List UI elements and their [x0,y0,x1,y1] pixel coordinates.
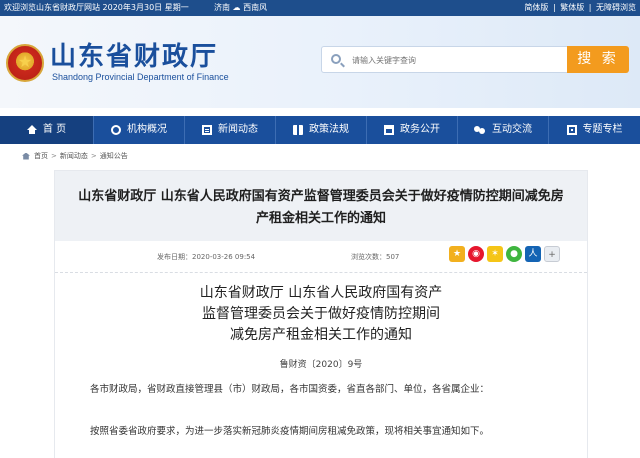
weibo-icon[interactable]: ◉ [468,246,484,262]
publish-date-value: 2020-03-26 09:54 [192,253,256,261]
nav-item-label: 政务公开 [400,124,440,135]
renren-icon[interactable]: 人 [525,246,541,262]
nav-item-policy[interactable]: 政策法规 [276,116,367,144]
separator: | [552,3,556,12]
wechat-icon[interactable]: ● [506,246,522,262]
search-input[interactable] [352,52,552,68]
nav-item-gov-affairs[interactable]: 政务公开 [367,116,458,144]
article-title-band: 山东省财政厅 山东省人民政府国有资产监督管理委员会关于做好疫情防控期间减免房产租… [55,171,587,241]
search-button[interactable]: 搜 索 [567,46,629,73]
breadcrumb-news[interactable]: 新闻动态 [60,151,88,161]
star-icon[interactable]: ★ [449,246,465,262]
traditional-link[interactable]: 繁体版 [560,3,584,12]
article: 山东省财政厅 山东省人民政府国有资产监督管理委员会关于做好疫情防控期间减免房产租… [54,170,588,458]
nav-item-interaction[interactable]: 互动交流 [458,116,549,144]
nav-item-label: 机构概况 [127,124,167,135]
version-links: 简体版 | 繁体版 | 无障碍浏览 [522,0,636,16]
simplified-link[interactable]: 简体版 [524,3,548,12]
content-area: 首页 > 新闻动态 > 通知公告 山东省财政厅 山东省人民政府国有资产监督管理委… [0,144,640,458]
body-paragraph: 各市财政局，省财政直接管理县（市）财政局，各市国资委，省直各部门、单位，各省属企… [90,384,490,395]
welcome-text: 欢迎浏览山东省财政厅网站 2020年3月30日 星期一 [4,3,189,12]
nav-item-organization[interactable]: 机构概况 [94,116,185,144]
home-icon [22,152,30,160]
document-title-line: 减免房产租金相关工作的通知 [230,327,412,343]
weather-info: 济南 ☁ 西南风 [214,0,267,16]
breadcrumb-separator: > [90,152,97,160]
qzone-icon[interactable]: ✶ [487,246,503,262]
nav-item-label: 政策法规 [309,124,349,135]
breadcrumb: 首页 > 新闻动态 > 通知公告 [22,151,128,161]
top-bar: 欢迎浏览山东省财政厅网站 2020年3月30日 星期一 济南 ☁ 西南风 简体版… [0,0,640,16]
nav-item-topics[interactable]: 专题专栏 [549,116,640,144]
document-title-line: 监督管理委员会关于做好疫情防控期间 [202,306,440,322]
breadcrumb-notices[interactable]: 通知公告 [100,151,128,161]
views-label: 浏览次数： [351,253,386,261]
document-number: 鲁财资〔2020〕9号 [279,360,363,370]
views-value: 507 [386,253,400,261]
document-title-line: 山东省财政厅 山东省人民政府国有资产 [199,285,443,301]
breadcrumb-home[interactable]: 首页 [34,151,48,161]
more-share-icon[interactable]: + [544,246,560,262]
publish-label: 发布日期： [157,253,192,261]
weather-wind: 西南风 [243,3,268,12]
site-subtitle: Shandong Provincial Department of Financ… [52,72,229,82]
weather-city: 济南 [214,3,230,12]
body-paragraph: 按照省委省政府要求，为进一步落实新冠肺炎疫情期间房租减免政策，现将相关事宜通知如… [90,426,490,437]
topic-icon [566,125,577,135]
nav-item-label: 专题专栏 [582,124,623,135]
breadcrumb-separator: > [51,152,57,160]
document-title: 山东省财政厅 山东省人民政府国有资产 监督管理委员会关于做好疫情防控期间 减免房… [55,283,587,346]
view-count: 浏览次数：507 [351,252,399,262]
news-icon [202,125,212,135]
nav-item-news[interactable]: 新闻动态 [185,116,276,144]
publish-date: 发布日期：2020-03-26 09:54 [157,252,255,262]
chat-icon [474,125,486,135]
organization-icon [111,125,121,135]
site-header: 山东省财政厅 Shandong Provincial Department of… [0,16,640,108]
share-bar: ★ ◉ ✶ ● 人 + [449,246,563,262]
nav-item-label: 新闻动态 [218,124,258,135]
nav-item-home[interactable]: 首 页 [0,116,94,144]
article-meta: 发布日期：2020-03-26 09:54 浏览次数：507 ★ ◉ ✶ ● 人… [55,241,587,273]
search-box [321,46,567,73]
accessibility-link[interactable]: 无障碍浏览 [596,3,636,12]
building-icon [384,125,394,135]
site-title[interactable]: 山东省财政厅 [50,36,218,73]
nav-item-label: 首 页 [42,124,67,135]
main-nav: 首 页 机构概况 新闻动态 政策法规 政务公开 互动交流 专题专栏 [0,116,640,144]
article-title: 山东省财政厅 山东省人民政府国有资产监督管理委员会关于做好疫情防控期间减免房产租… [78,189,564,226]
separator: | [588,3,592,12]
nav-item-label: 互动交流 [492,124,532,135]
home-icon [26,124,37,134]
national-emblem-logo[interactable] [6,44,44,82]
weather-icon: ☁ [232,3,241,12]
book-icon [293,125,303,135]
search-icon [331,54,341,64]
